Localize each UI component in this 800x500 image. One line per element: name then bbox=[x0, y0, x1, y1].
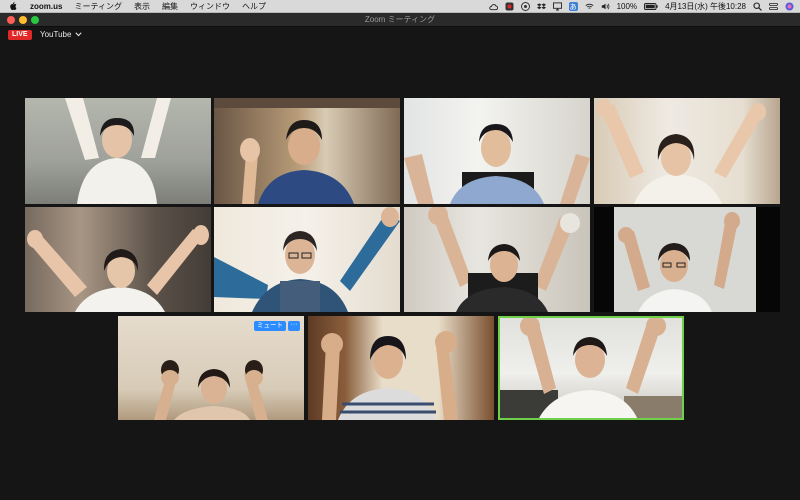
video-tile-8[interactable] bbox=[594, 207, 780, 312]
participant-video bbox=[154, 360, 268, 420]
more-options-button[interactable]: ··· bbox=[288, 321, 300, 331]
video-tile-2[interactable] bbox=[214, 98, 400, 204]
participant-video bbox=[404, 124, 590, 204]
gallery-view: ミュート ··· bbox=[0, 0, 800, 500]
video-tile-6[interactable] bbox=[214, 207, 400, 312]
participant-video bbox=[594, 207, 780, 312]
video-tile-10[interactable] bbox=[308, 316, 494, 420]
video-tile-9[interactable]: ミュート ··· bbox=[118, 316, 304, 420]
participant-video bbox=[428, 207, 580, 312]
participant-video bbox=[214, 207, 400, 312]
mute-participant-button[interactable]: ミュート bbox=[254, 321, 286, 331]
video-tile-4[interactable] bbox=[594, 98, 780, 204]
video-tile-3[interactable] bbox=[404, 98, 590, 204]
participant-video bbox=[321, 331, 458, 420]
participant-video bbox=[27, 225, 209, 312]
video-tile-5[interactable] bbox=[25, 207, 211, 312]
participant-video bbox=[498, 316, 684, 420]
video-tile-11-active-speaker[interactable] bbox=[498, 316, 684, 420]
tile-hover-controls: ミュート ··· bbox=[254, 321, 300, 331]
video-tile-1[interactable] bbox=[25, 98, 211, 204]
participant-video bbox=[597, 99, 766, 204]
video-tile-7[interactable] bbox=[404, 207, 590, 312]
participant-video bbox=[214, 98, 400, 204]
participant-video bbox=[65, 98, 171, 204]
